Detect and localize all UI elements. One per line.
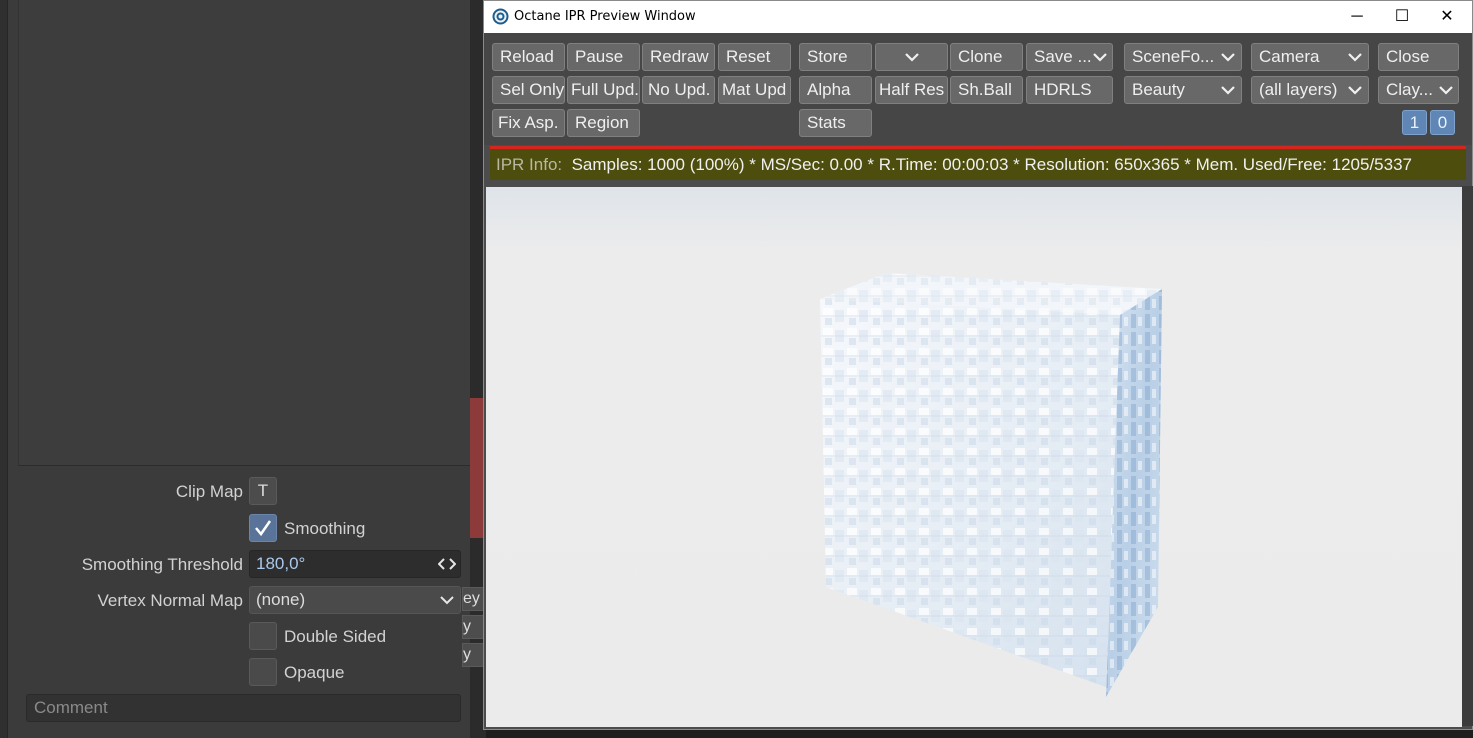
- no-update-button[interactable]: No Upd.: [642, 76, 715, 104]
- surface-list-area: [18, 0, 470, 465]
- surface-properties-panel: Clip Map T Smoothing Smoothing Threshold…: [0, 0, 470, 738]
- alpha-button[interactable]: Alpha: [799, 76, 872, 104]
- vertex-normal-map-select[interactable]: (none): [249, 586, 461, 614]
- drag-arrows-icon[interactable]: [438, 557, 456, 571]
- chevron-down-icon: [905, 53, 919, 62]
- layers-dropdown[interactable]: (all layers): [1251, 76, 1369, 104]
- double-sided-label: Double Sided: [284, 627, 387, 646]
- close-window-button[interactable]: ✕: [1424, 1, 1470, 33]
- surface-options: Clip Map T Smoothing Smoothing Threshold…: [18, 465, 470, 738]
- background-fragment: y: [462, 615, 484, 639]
- chevron-down-icon: [1348, 86, 1362, 95]
- counter-one-button[interactable]: 1: [1402, 110, 1427, 135]
- save-label: Save ...: [1034, 47, 1092, 66]
- scene-format-label: SceneFo...: [1132, 47, 1215, 66]
- material-update-button[interactable]: Mat Upd: [718, 76, 791, 104]
- background-fragment: ey: [462, 587, 484, 611]
- panel-edge: [0, 0, 8, 738]
- store-slot-dropdown[interactable]: [875, 43, 948, 71]
- clip-map-label: Clip Map: [175, 482, 243, 501]
- clay-mode-label: Clay...: [1386, 80, 1433, 99]
- rendered-cube-image: [486, 187, 1462, 727]
- pause-button[interactable]: Pause: [567, 43, 640, 71]
- clone-button[interactable]: Clone: [950, 43, 1023, 71]
- octane-logo-icon: [492, 8, 509, 25]
- minimize-button[interactable]: ─: [1334, 1, 1380, 33]
- shader-ball-button[interactable]: Sh.Ball: [950, 76, 1023, 104]
- ipr-info-label: IPR Info:: [496, 155, 563, 174]
- smoothing-threshold-input[interactable]: 180,0°: [249, 550, 461, 578]
- smoothing-checkbox[interactable]: [249, 514, 277, 542]
- opaque-label: Opaque: [284, 663, 345, 682]
- opaque-checkbox[interactable]: [249, 658, 277, 686]
- chevron-down-icon: [1348, 53, 1362, 62]
- smoothing-threshold-value: 180,0°: [256, 554, 306, 573]
- chevron-down-icon: [1221, 53, 1235, 62]
- double-sided-checkbox[interactable]: [249, 622, 277, 650]
- chevron-down-icon: [1093, 53, 1107, 62]
- stats-button[interactable]: Stats: [799, 109, 872, 137]
- save-dropdown[interactable]: Save ...: [1026, 43, 1113, 71]
- clay-mode-dropdown[interactable]: Clay...: [1378, 76, 1459, 104]
- vertex-normal-map-label: Vertex Normal Map: [97, 591, 244, 610]
- ipr-info-bar: IPR Info: Samples: 1000 (100%) * MS/Sec:…: [490, 149, 1466, 180]
- full-update-button[interactable]: Full Upd.: [567, 76, 640, 104]
- layers-label: (all layers): [1259, 80, 1338, 99]
- screen: Clip Map T Smoothing Smoothing Threshold…: [0, 0, 1473, 738]
- background-selection-highlight: [470, 398, 484, 538]
- title-bar[interactable]: Octane IPR Preview Window ─ ☐ ✕: [484, 1, 1472, 33]
- close-button[interactable]: Close: [1378, 43, 1459, 71]
- chevron-down-icon: [1439, 86, 1453, 95]
- store-button[interactable]: Store: [799, 43, 872, 71]
- render-pass-label: Beauty: [1132, 80, 1185, 99]
- comment-field[interactable]: Comment: [26, 694, 461, 722]
- camera-label: Camera: [1259, 47, 1320, 66]
- counter-zero-button[interactable]: 0: [1430, 110, 1455, 135]
- hdrls-button[interactable]: HDRLS: [1026, 76, 1113, 104]
- region-button[interactable]: Region: [567, 109, 640, 137]
- checkmark-icon: [255, 520, 272, 537]
- vertex-normal-map-value: (none): [256, 590, 306, 609]
- window-title: Octane IPR Preview Window: [514, 9, 696, 24]
- sel-only-button[interactable]: Sel Only: [492, 76, 565, 104]
- redraw-button[interactable]: Redraw: [642, 43, 715, 71]
- ipr-info-text: Samples: 1000 (100%) * MS/Sec: 0.00 * R.…: [571, 155, 1412, 174]
- render-viewport[interactable]: [486, 187, 1462, 727]
- half-res-button[interactable]: Half Res: [875, 76, 948, 104]
- reset-button[interactable]: Reset: [718, 43, 791, 71]
- fix-aspect-button[interactable]: Fix Asp.: [492, 109, 565, 137]
- render-pass-dropdown[interactable]: Beauty: [1124, 76, 1242, 104]
- right-background-edge: [1462, 186, 1473, 726]
- smoothing-label: Smoothing: [284, 519, 366, 538]
- reload-button[interactable]: Reload: [492, 43, 565, 71]
- octane-ipr-window: Octane IPR Preview Window ─ ☐ ✕ Reload P…: [483, 0, 1473, 730]
- maximize-button[interactable]: ☐: [1379, 1, 1425, 33]
- smoothing-threshold-label: Smoothing Threshold: [81, 555, 243, 574]
- clip-map-texture-button[interactable]: T: [249, 477, 277, 505]
- scene-format-dropdown[interactable]: SceneFo...: [1124, 43, 1242, 71]
- ipr-toolbar: Reload Pause Redraw Reset Store Clone Sa…: [484, 33, 1472, 145]
- chevron-down-icon: [1221, 86, 1235, 95]
- chevron-down-icon: [440, 596, 454, 605]
- camera-dropdown[interactable]: Camera: [1251, 43, 1369, 71]
- background-fragment: y: [462, 643, 484, 667]
